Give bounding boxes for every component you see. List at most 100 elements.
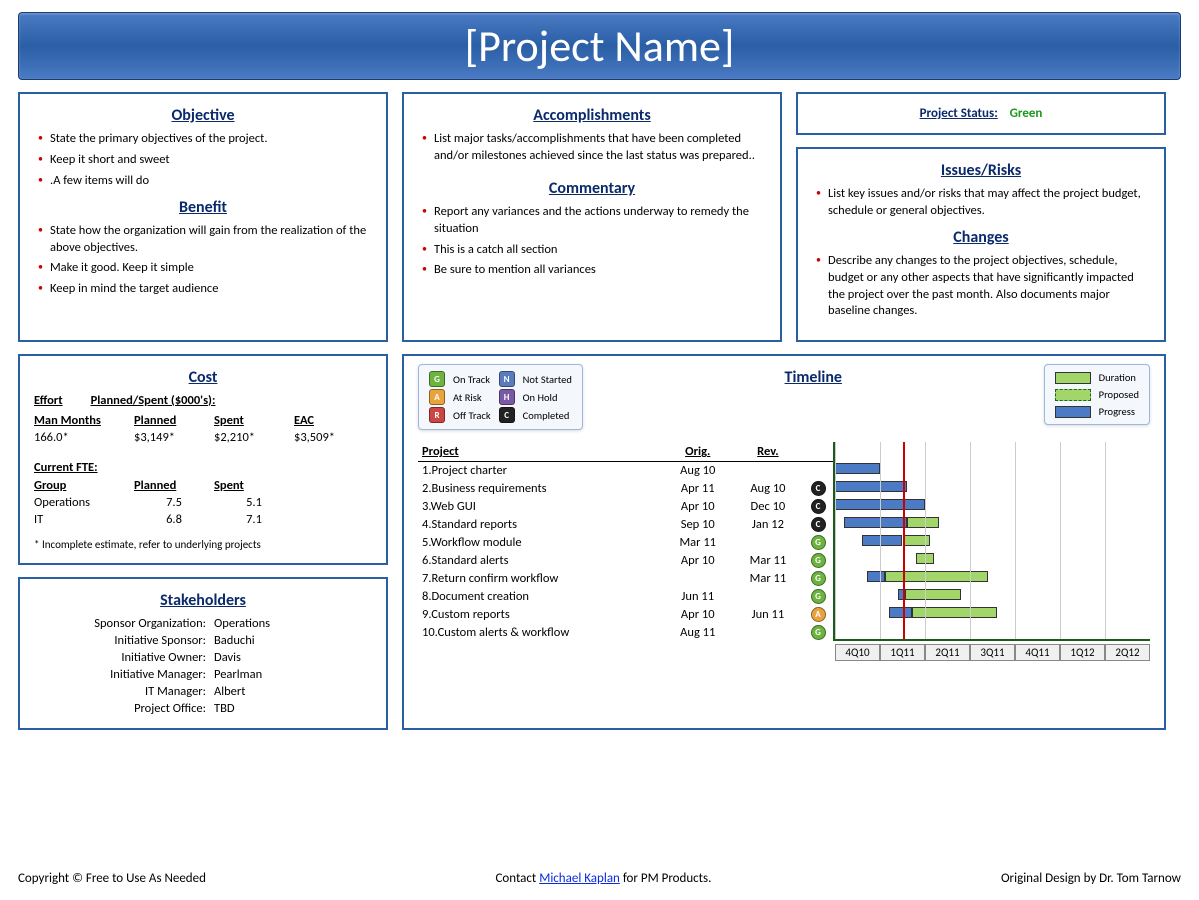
fte-col: Spent — [214, 477, 294, 494]
table-row: 3.Web GUIApr 10Dec 10C — [418, 497, 833, 515]
gantt-name: 6.Standard alerts — [418, 551, 663, 569]
gantt-bar — [862, 535, 902, 546]
gantt-table: Project Orig. Rev. 1.Project charterAug … — [418, 442, 833, 641]
list-item: List key issues and/or risks that may af… — [816, 186, 1150, 220]
gantt-bar — [889, 607, 912, 618]
cost-val: $2,210* — [214, 429, 294, 446]
status-value: Green — [1010, 106, 1043, 121]
axis-label: 4Q10 — [835, 644, 880, 661]
gantt-orig: Jun 11 — [663, 587, 733, 605]
gantt-orig: Apr 10 — [663, 497, 733, 515]
table-row: 10.Custom alerts & workflowAug 11G — [418, 623, 833, 641]
stakeholders-panel: Stakeholders Sponsor Organization:Operat… — [18, 577, 388, 730]
table-row: 8.Document creationJun 11G — [418, 587, 833, 605]
status-dot-A: A — [429, 389, 445, 405]
table-row: 4.Standard reportsSep 10Jan 12C — [418, 515, 833, 533]
cost-col: Planned — [134, 412, 214, 429]
page-container: [Project Name] Objective State the prima… — [0, 0, 1199, 900]
gantt-name: 2.Business requirements — [418, 479, 663, 497]
accomplishments-panel: Accomplishments List major tasks/accompl… — [402, 92, 782, 342]
gantt-status: G — [803, 587, 833, 605]
content-grid: Objective State the primary objectives o… — [18, 92, 1181, 730]
heading-benefit: Benefit — [34, 198, 372, 217]
axis-label: 3Q11 — [970, 644, 1015, 661]
axis-label: 1Q11 — [880, 644, 925, 661]
gantt-rev — [733, 533, 803, 551]
right-col: Project Status: Green Issues/Risks List … — [796, 92, 1166, 342]
gantt-orig: Apr 10 — [663, 551, 733, 569]
gantt-rev: Mar 11 — [733, 551, 803, 569]
footer-mid: Contact Michael Kaplan for PM Products. — [495, 871, 711, 886]
gantt-orig: Aug 11 — [663, 623, 733, 641]
effort-label: Effort — [34, 393, 63, 408]
gantt-bar — [844, 517, 907, 528]
gantt-status: C — [803, 479, 833, 497]
stakeholder-label: Initiative Owner: — [34, 650, 214, 665]
gantt-orig: Apr 11 — [663, 479, 733, 497]
gantt-orig: Aug 10 — [663, 462, 733, 480]
title-bar: [Project Name] — [18, 12, 1181, 80]
bar-legend: DurationProposedProgress — [1044, 364, 1150, 425]
fte-cell: 7.1 — [214, 511, 294, 528]
gantt-orig: Sep 10 — [663, 515, 733, 533]
issues-list: List key issues and/or risks that may af… — [812, 186, 1150, 220]
heading-commentary: Commentary — [418, 179, 766, 198]
cost-footnote: * Incomplete estimate, refer to underlyi… — [34, 538, 372, 551]
legend-label: On Track — [453, 373, 491, 386]
table-row: 6.Standard alertsApr 10Mar 11G — [418, 551, 833, 569]
legend-label: Completed — [523, 409, 572, 422]
list-item: Keep in mind the target audience — [38, 281, 372, 298]
gantt-col: Project — [418, 442, 663, 462]
swatch-dur — [1055, 372, 1091, 384]
objective-list: State the primary objectives of the proj… — [34, 131, 372, 190]
planned-spent-label: Planned/Spent ($000's): — [91, 393, 216, 408]
legend-label: Not Started — [523, 373, 572, 386]
stakeholder-value: Operations — [214, 616, 354, 631]
footer-link[interactable]: Michael Kaplan — [539, 871, 620, 886]
list-item: This is a catch all section — [422, 242, 766, 259]
gantt-bar — [867, 571, 885, 582]
gantt-orig: Mar 11 — [663, 533, 733, 551]
fte-cell: Operations — [34, 494, 134, 511]
fte-cell: IT — [34, 511, 134, 528]
legend-label: On Hold — [523, 391, 572, 404]
gantt-bar — [885, 571, 989, 582]
heading-objective: Objective — [34, 106, 372, 125]
stakeholder-label: Initiative Manager: — [34, 667, 214, 682]
gantt-name: 9.Custom reports — [418, 605, 663, 623]
status-panel: Project Status: Green — [796, 92, 1166, 135]
table-row: 1.Project charterAug 10 — [418, 462, 833, 480]
gantt-status: G — [803, 551, 833, 569]
table-row: 9.Custom reportsApr 10Jun 11A — [418, 605, 833, 623]
gantt-status: C — [803, 497, 833, 515]
status-dot-H: H — [499, 389, 515, 405]
stakeholder-value: Pearlman — [214, 667, 354, 682]
list-item: State how the organization will gain fro… — [38, 223, 372, 257]
gantt-bar — [835, 481, 907, 492]
heading-timeline: Timeline — [597, 368, 1030, 387]
table-row: 7.Return confirm workflowMar 11G — [418, 569, 833, 587]
axis-label: 2Q12 — [1105, 644, 1150, 661]
gantt-rev — [733, 587, 803, 605]
objective-panel: Objective State the primary objectives o… — [18, 92, 388, 342]
list-item: Report any variances and the actions und… — [422, 204, 766, 238]
list-item: List major tasks/accomplishments that ha… — [422, 131, 766, 165]
gantt-status — [803, 462, 833, 480]
status-dot-C: C — [499, 407, 515, 423]
gantt-status: G — [803, 533, 833, 551]
footer: Copyright © Free to Use As Needed Contac… — [18, 871, 1181, 886]
gantt-bar — [907, 517, 939, 528]
gantt-name: 7.Return confirm workflow — [418, 569, 663, 587]
cost-panel: Cost Effort Planned/Spent ($000's): Man … — [18, 354, 388, 565]
gantt-status: A — [803, 605, 833, 623]
gantt-col: Orig. — [663, 442, 733, 462]
legend-label: Progress — [1099, 405, 1139, 418]
stakeholder-label: Initiative Sponsor: — [34, 633, 214, 648]
stakeholder-label: Sponsor Organization: — [34, 616, 214, 631]
swatch-prog — [1055, 406, 1091, 418]
status-dot-N: N — [499, 371, 515, 387]
fte-cell: 7.5 — [134, 494, 214, 511]
gantt-name: 1.Project charter — [418, 462, 663, 480]
cost-val: $3,149* — [134, 429, 214, 446]
benefit-list: State how the organization will gain fro… — [34, 223, 372, 299]
